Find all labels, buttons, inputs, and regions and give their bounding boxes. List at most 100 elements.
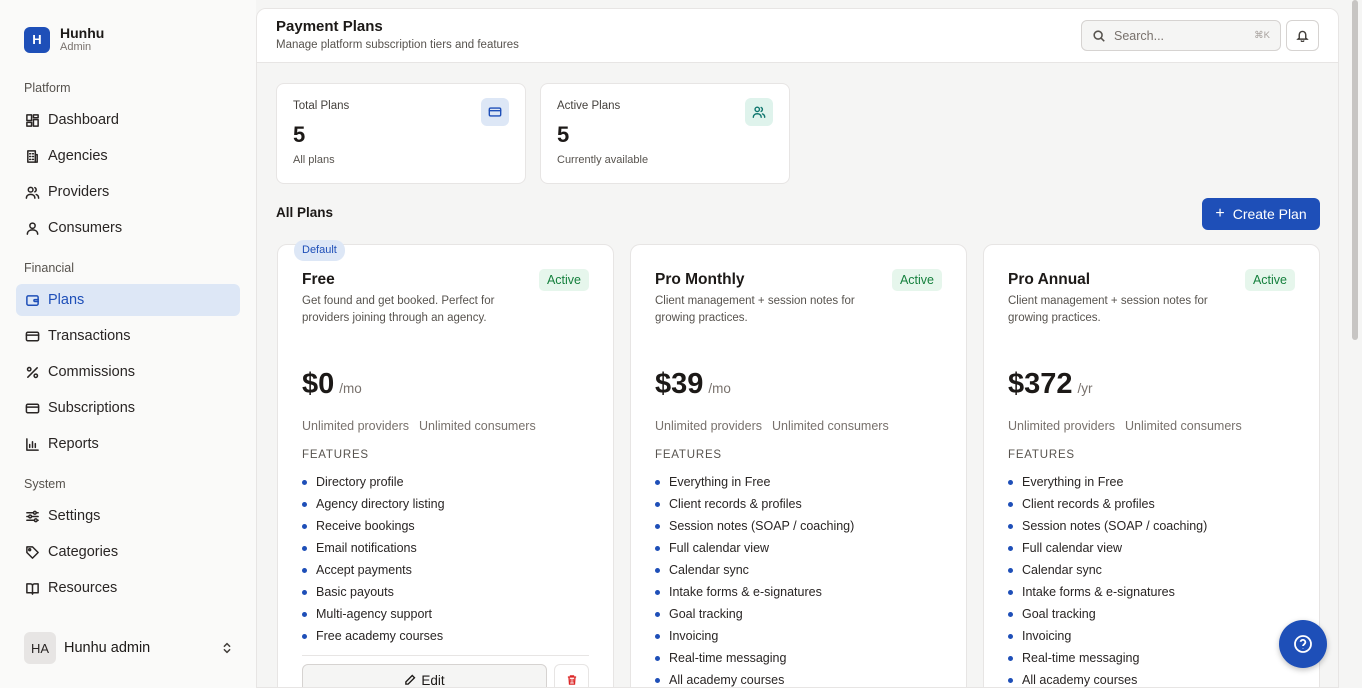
feature-item: Everything in Free	[1008, 471, 1207, 493]
stat-card-total-plans: Total Plans 5 All plans	[276, 83, 526, 184]
feature-item: Goal tracking	[1008, 603, 1207, 625]
sidebar-item-transactions[interactable]: Transactions	[16, 320, 240, 352]
divider	[302, 655, 589, 656]
nav-heading: Financial	[24, 261, 75, 275]
sidebar-item-plans[interactable]: Plans	[16, 284, 240, 316]
plan-card-pro-annual: Pro Annual Active Client management + se…	[983, 244, 1320, 687]
credit-card-icon	[24, 328, 40, 344]
sidebar-item-label: Subscriptions	[48, 400, 136, 416]
avatar: HA	[24, 632, 56, 664]
sidebar-item-subscriptions[interactable]: Subscriptions	[16, 392, 240, 424]
sidebar-item-label: Agencies	[48, 148, 108, 164]
plan-name: Free	[302, 271, 335, 288]
sidebar-item-consumers[interactable]: Consumers	[16, 212, 240, 244]
brand-role: Admin	[60, 41, 92, 53]
search-box[interactable]: ⌘K	[1081, 20, 1281, 51]
trash-icon	[567, 675, 576, 685]
sidebar-item-settings[interactable]: Settings	[16, 500, 240, 532]
feature-item: Session notes (SOAP / coaching)	[1008, 515, 1207, 537]
stat-note: All plans	[293, 154, 335, 166]
chevrons-up-down-icon	[223, 642, 231, 654]
features-heading: FEATURES	[655, 449, 722, 461]
feature-item: Directory profile	[302, 471, 445, 493]
feature-item: Invoicing	[655, 625, 854, 647]
sliders-icon	[24, 508, 40, 524]
search-input[interactable]	[1114, 28, 1244, 43]
status-badge: Active	[891, 269, 942, 291]
plan-description: Get found and get booked. Perfect for pr…	[302, 295, 495, 324]
bell-icon	[1296, 30, 1309, 42]
feature-item: Full calendar view	[1008, 537, 1207, 559]
stat-value: 5	[557, 122, 570, 147]
plan-price: $0 /mo	[302, 368, 362, 401]
features-heading: FEATURES	[302, 449, 369, 461]
sidebar-item-agencies[interactable]: Agencies	[16, 140, 240, 172]
delete-plan-button[interactable]	[554, 664, 589, 687]
topbar: Payment Plans Manage platform subscripti…	[257, 9, 1338, 63]
users-icon	[24, 184, 40, 200]
feature-item: Calendar sync	[655, 559, 854, 581]
notifications-button[interactable]	[1286, 20, 1319, 51]
features-heading: FEATURES	[1008, 449, 1075, 461]
sidebar-item-categories[interactable]: Categories	[16, 536, 240, 568]
edit-label: Edit	[421, 672, 445, 688]
feature-item: Free academy courses	[302, 625, 445, 647]
feature-item: All academy courses	[655, 669, 854, 687]
scrollbar[interactable]	[1350, 0, 1360, 340]
brand-name: Hunhu	[60, 25, 105, 41]
feature-item: Receive bookings	[302, 515, 445, 537]
create-plan-button[interactable]: + Create Plan	[1202, 198, 1320, 230]
feature-item: Goal tracking	[655, 603, 854, 625]
sidebar-item-dashboard[interactable]: Dashboard	[16, 104, 240, 136]
scrollbar-thumb[interactable]	[1352, 0, 1358, 340]
sidebar-item-commissions[interactable]: Commissions	[16, 356, 240, 388]
plan-card-free: Default Free Active Get found and get bo…	[277, 240, 614, 688]
edit-plan-button[interactable]: Edit	[302, 664, 547, 688]
sidebar-item-providers[interactable]: Providers	[16, 176, 240, 208]
plan-name: Pro Annual	[1008, 271, 1091, 288]
nav-heading: System	[24, 477, 66, 491]
feature-list: Everything in Free Client records & prof…	[1008, 471, 1207, 687]
limit-consumers: Unlimited consumers	[1124, 419, 1242, 433]
help-button[interactable]	[1279, 620, 1327, 668]
feature-item: Real-time messaging	[1008, 647, 1207, 669]
brand-logo: H	[24, 26, 50, 53]
sidebar-item-reports[interactable]: Reports	[16, 428, 240, 460]
sidebar-item-label: Reports	[48, 436, 99, 452]
feature-item: Full calendar view	[655, 537, 854, 559]
user-menu[interactable]: HA Hunhu admin	[24, 632, 234, 664]
sidebar-item-label: Plans	[48, 292, 85, 308]
pencil-icon	[405, 674, 416, 685]
feature-item: Session notes (SOAP / coaching)	[655, 515, 854, 537]
limit-consumers: Unlimited consumers	[418, 419, 536, 433]
search-icon	[1093, 29, 1105, 42]
stat-note: Currently available	[557, 154, 649, 166]
nav-section-platform: Platform Dashboard Agencies Providers Co…	[16, 78, 240, 244]
building-icon	[24, 148, 40, 164]
brand[interactable]: H Hunhu Admin	[24, 26, 104, 53]
price-period: /yr	[1077, 381, 1093, 396]
feature-item: Calendar sync	[1008, 559, 1207, 581]
sidebar-item-label: Resources	[48, 580, 118, 596]
page-title: Payment Plans	[276, 18, 383, 35]
limit-providers: Unlimited providers	[1008, 419, 1115, 433]
stat-value: 5	[293, 122, 306, 147]
plan-limits: Unlimited providers Unlimited consumers	[1008, 419, 1242, 433]
feature-list: Directory profile Agency directory listi…	[302, 471, 445, 647]
stat-label: Total Plans	[293, 100, 350, 112]
dashboard-icon	[24, 112, 40, 128]
sidebar-item-label: Commissions	[48, 364, 136, 380]
sidebar-item-label: Providers	[48, 184, 110, 200]
sidebar-item-label: Consumers	[48, 220, 123, 236]
feature-list: Everything in Free Client records & prof…	[655, 471, 854, 687]
plus-icon: +	[1215, 205, 1225, 222]
percent-icon	[24, 364, 40, 380]
users-icon	[745, 98, 773, 126]
price-period: /mo	[339, 381, 362, 396]
feature-item: Basic payouts	[302, 581, 445, 603]
create-plan-label: Create Plan	[1232, 206, 1307, 222]
help-circle-icon	[1294, 635, 1312, 653]
feature-item: Intake forms & e-signatures	[655, 581, 854, 603]
plan-card-pro-monthly: Pro Monthly Active Client management + s…	[630, 244, 967, 687]
sidebar-item-resources[interactable]: Resources	[16, 572, 240, 604]
